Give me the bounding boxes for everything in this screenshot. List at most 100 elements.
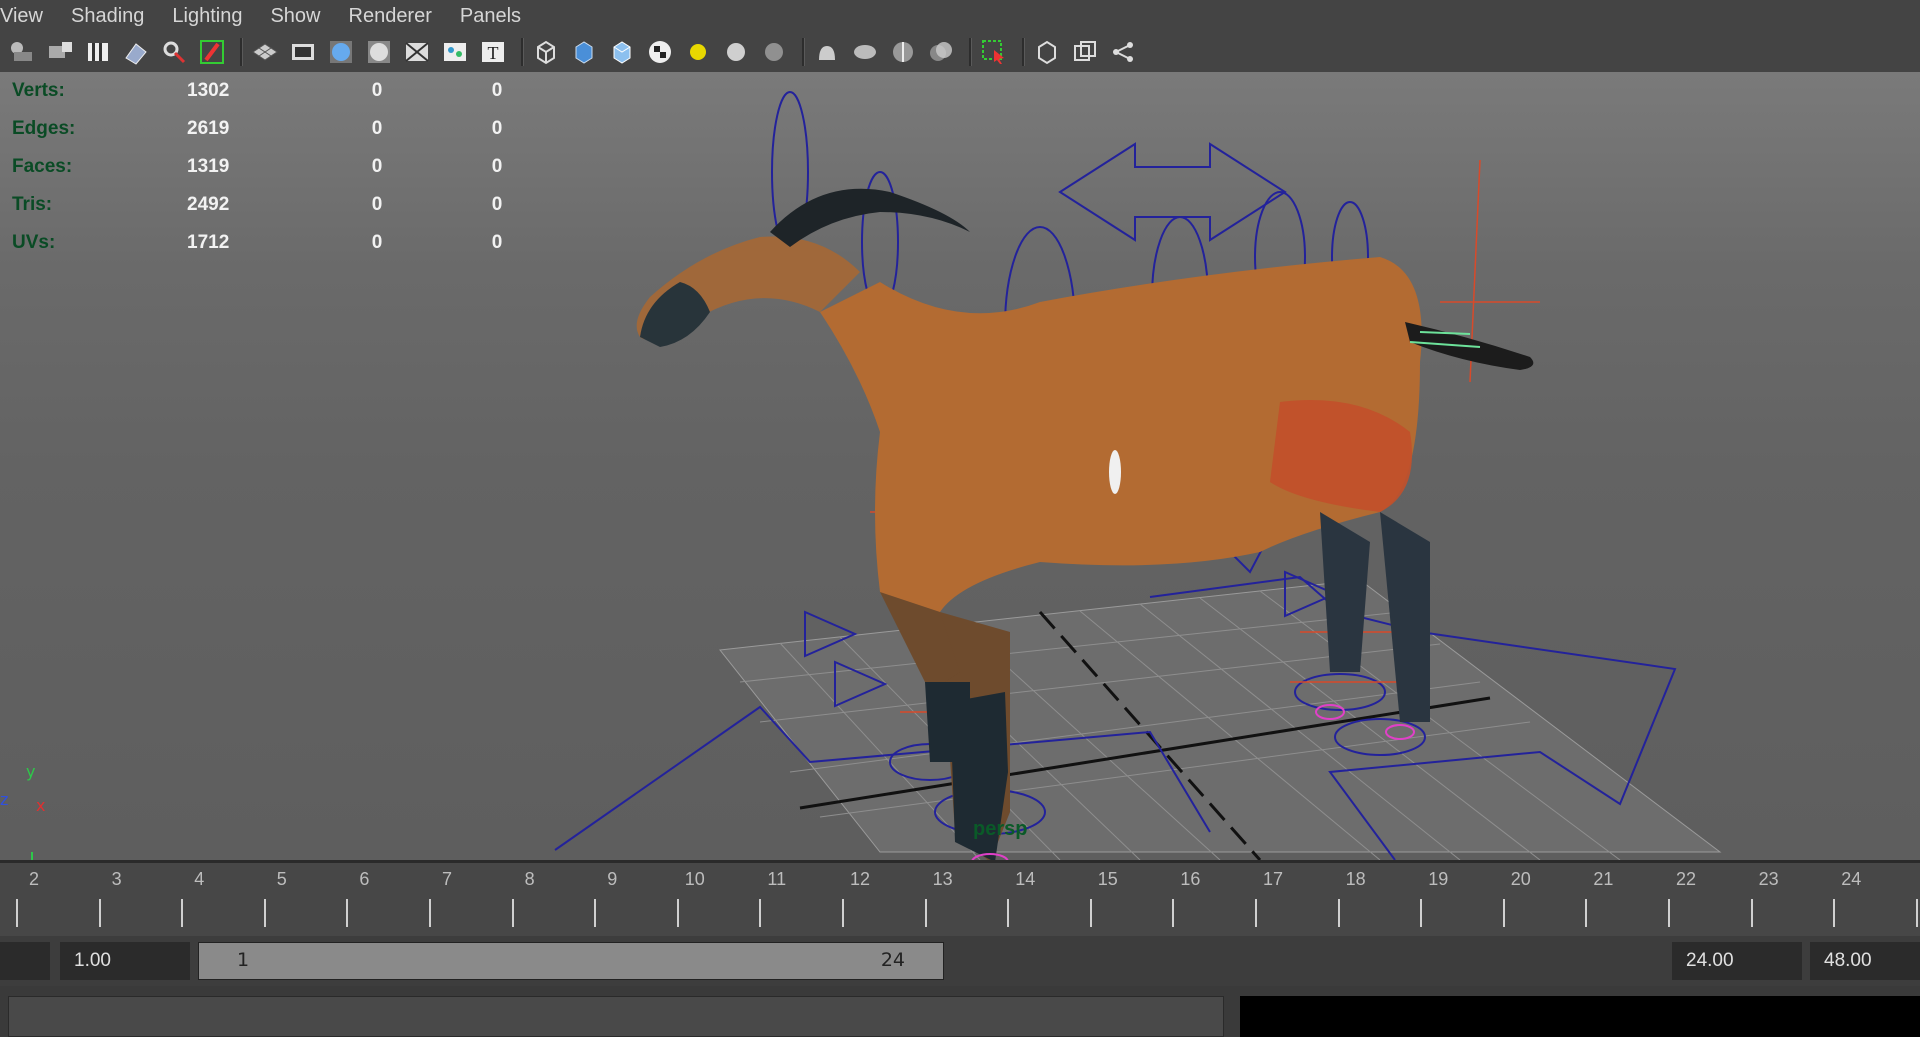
timeline-tick-label: 14	[1015, 869, 1036, 889]
timeline-tick-label: 2	[29, 869, 40, 889]
hud-tris-label: Tris:	[12, 194, 53, 215]
resolution-gate-icon[interactable]	[325, 36, 357, 68]
default-material-icon[interactable]	[606, 36, 638, 68]
select-camera-icon[interactable]	[6, 36, 38, 68]
safe-title-icon[interactable]: T	[477, 36, 509, 68]
toolbar-separator	[1022, 38, 1025, 66]
timeline-tick-label: 13	[932, 869, 953, 889]
smooth-shade-icon[interactable]	[568, 36, 600, 68]
xray-active-icon[interactable]	[1069, 36, 1101, 68]
hud-verts-selected: 0	[371, 80, 383, 101]
grid-icon[interactable]	[249, 36, 281, 68]
axis-label-y: y	[26, 762, 36, 781]
hud-faces-value: 1319	[187, 156, 230, 177]
use-all-lights-icon[interactable]	[682, 36, 714, 68]
toolbar-separator	[240, 38, 243, 66]
shadows-icon[interactable]	[720, 36, 752, 68]
timeline-tick-label: 16	[1180, 869, 1201, 889]
isolate-select-icon[interactable]	[978, 36, 1010, 68]
move-arrow-control	[1058, 142, 1287, 242]
command-result	[1240, 996, 1920, 1037]
toolbar-separator	[802, 38, 805, 66]
screen-space-ao-icon[interactable]	[811, 36, 843, 68]
animation-start-time-field[interactable]: 1.00	[60, 942, 190, 980]
shadows-smooth-icon[interactable]	[758, 36, 790, 68]
timeline-tick	[1172, 899, 1175, 927]
timeline-tick	[1420, 899, 1423, 927]
hud-verts-value: 1302	[187, 80, 230, 101]
range-slider[interactable]: 1 24	[198, 942, 944, 980]
timeline-tick	[16, 899, 18, 927]
hud-faces-selected: 0	[371, 156, 383, 177]
menu-shading[interactable]: Shading	[71, 5, 144, 28]
timeline-tick	[1915, 899, 1918, 927]
menu-lighting[interactable]: Lighting	[172, 5, 242, 28]
timeline-tick	[1502, 899, 1505, 927]
ground-grid	[719, 579, 1722, 860]
svg-text:T: T	[488, 43, 499, 63]
textured-icon[interactable]	[644, 36, 676, 68]
command-input[interactable]	[8, 996, 1224, 1037]
timeline-tick	[429, 899, 431, 927]
grease-pencil-icon[interactable]	[196, 36, 228, 68]
timeline-tick-label: 21	[1593, 869, 1614, 889]
viewport-toolbar: T	[0, 32, 1920, 72]
timeline-tick	[1585, 899, 1588, 927]
xray-joints-icon[interactable]	[1107, 36, 1139, 68]
range-empty-field[interactable]	[0, 942, 50, 980]
motion-blur-icon[interactable]	[849, 36, 881, 68]
hud-row-verts: Verts: 1302 0 0	[12, 72, 557, 110]
hud-uvs-components: 0	[491, 232, 503, 253]
timeline-tick	[1255, 899, 1257, 927]
hud-uvs-value: 1712	[187, 232, 230, 253]
field-chart-icon[interactable]	[401, 36, 433, 68]
timeline-tick	[924, 899, 927, 927]
hud-row-edges: Edges: 2619 0 0	[12, 110, 557, 148]
toolbar-separator	[969, 38, 972, 66]
image-plane-icon[interactable]	[120, 36, 152, 68]
safe-action-icon[interactable]	[439, 36, 471, 68]
depth-of-field-icon[interactable]	[925, 36, 957, 68]
3d-viewport[interactable]: Verts: 1302 0 0 Edges: 2619 0 0 Faces: 1…	[0, 72, 1920, 860]
timeline-tick	[346, 899, 349, 927]
playback-end-time-field[interactable]: 24.00	[1672, 942, 1802, 980]
2d-pan-zoom-icon[interactable]	[158, 36, 190, 68]
timeline-tick	[759, 899, 762, 927]
hud-edges-value: 2619	[187, 118, 230, 139]
timeline-tick	[1833, 899, 1836, 927]
hud-uvs-label: UVs:	[12, 232, 56, 253]
gate-mask-icon[interactable]	[363, 36, 395, 68]
camera-label: persp	[973, 818, 1028, 840]
timeline-tick	[263, 899, 266, 927]
timeline-tick-label: 4	[194, 869, 205, 889]
wireframe-icon[interactable]	[530, 36, 562, 68]
time-slider[interactable]: 2 3 4 5 6 7 8 9 10 11 12 13 14 15 16 17 18 19 20 21 22 23 24	[0, 860, 1920, 939]
menu-renderer[interactable]: Renderer	[349, 5, 432, 28]
timeline-tick-label: 11	[767, 869, 787, 889]
menu-show[interactable]: Show	[270, 5, 320, 28]
hud-verts-components: 0	[491, 80, 503, 101]
hud-row-uvs: UVs: 1712 0 0	[12, 224, 557, 262]
toolbar-separator	[521, 38, 524, 66]
bookmarks-icon[interactable]	[82, 36, 114, 68]
animation-end-time-field[interactable]: 48.00	[1810, 942, 1920, 980]
camera-attributes-icon[interactable]	[44, 36, 76, 68]
timeline-tick-label: 6	[359, 869, 370, 889]
axis-label-z: z	[0, 790, 9, 809]
xray-icon[interactable]	[1031, 36, 1063, 68]
view-axis-gizmo	[31, 852, 33, 860]
timeline-tick-label: 22	[1676, 869, 1697, 889]
timeline-tick	[676, 899, 679, 927]
menu-panels[interactable]: Panels	[460, 5, 521, 28]
hud-row-tris: Tris: 2492 0 0	[12, 186, 557, 224]
multisample-aa-icon[interactable]	[887, 36, 919, 68]
timeline-tick	[181, 899, 184, 927]
command-line	[0, 986, 1920, 1037]
menu-view[interactable]: View	[0, 5, 43, 28]
hud-edges-components: 0	[491, 118, 503, 139]
poly-count-hud: Verts: 1302 0 0 Edges: 2619 0 0 Faces: 1…	[12, 72, 557, 262]
timeline-tick-label: 12	[850, 869, 871, 889]
film-gate-icon[interactable]	[287, 36, 319, 68]
timeline-tick	[98, 899, 101, 927]
timeline-tick	[1337, 899, 1340, 927]
